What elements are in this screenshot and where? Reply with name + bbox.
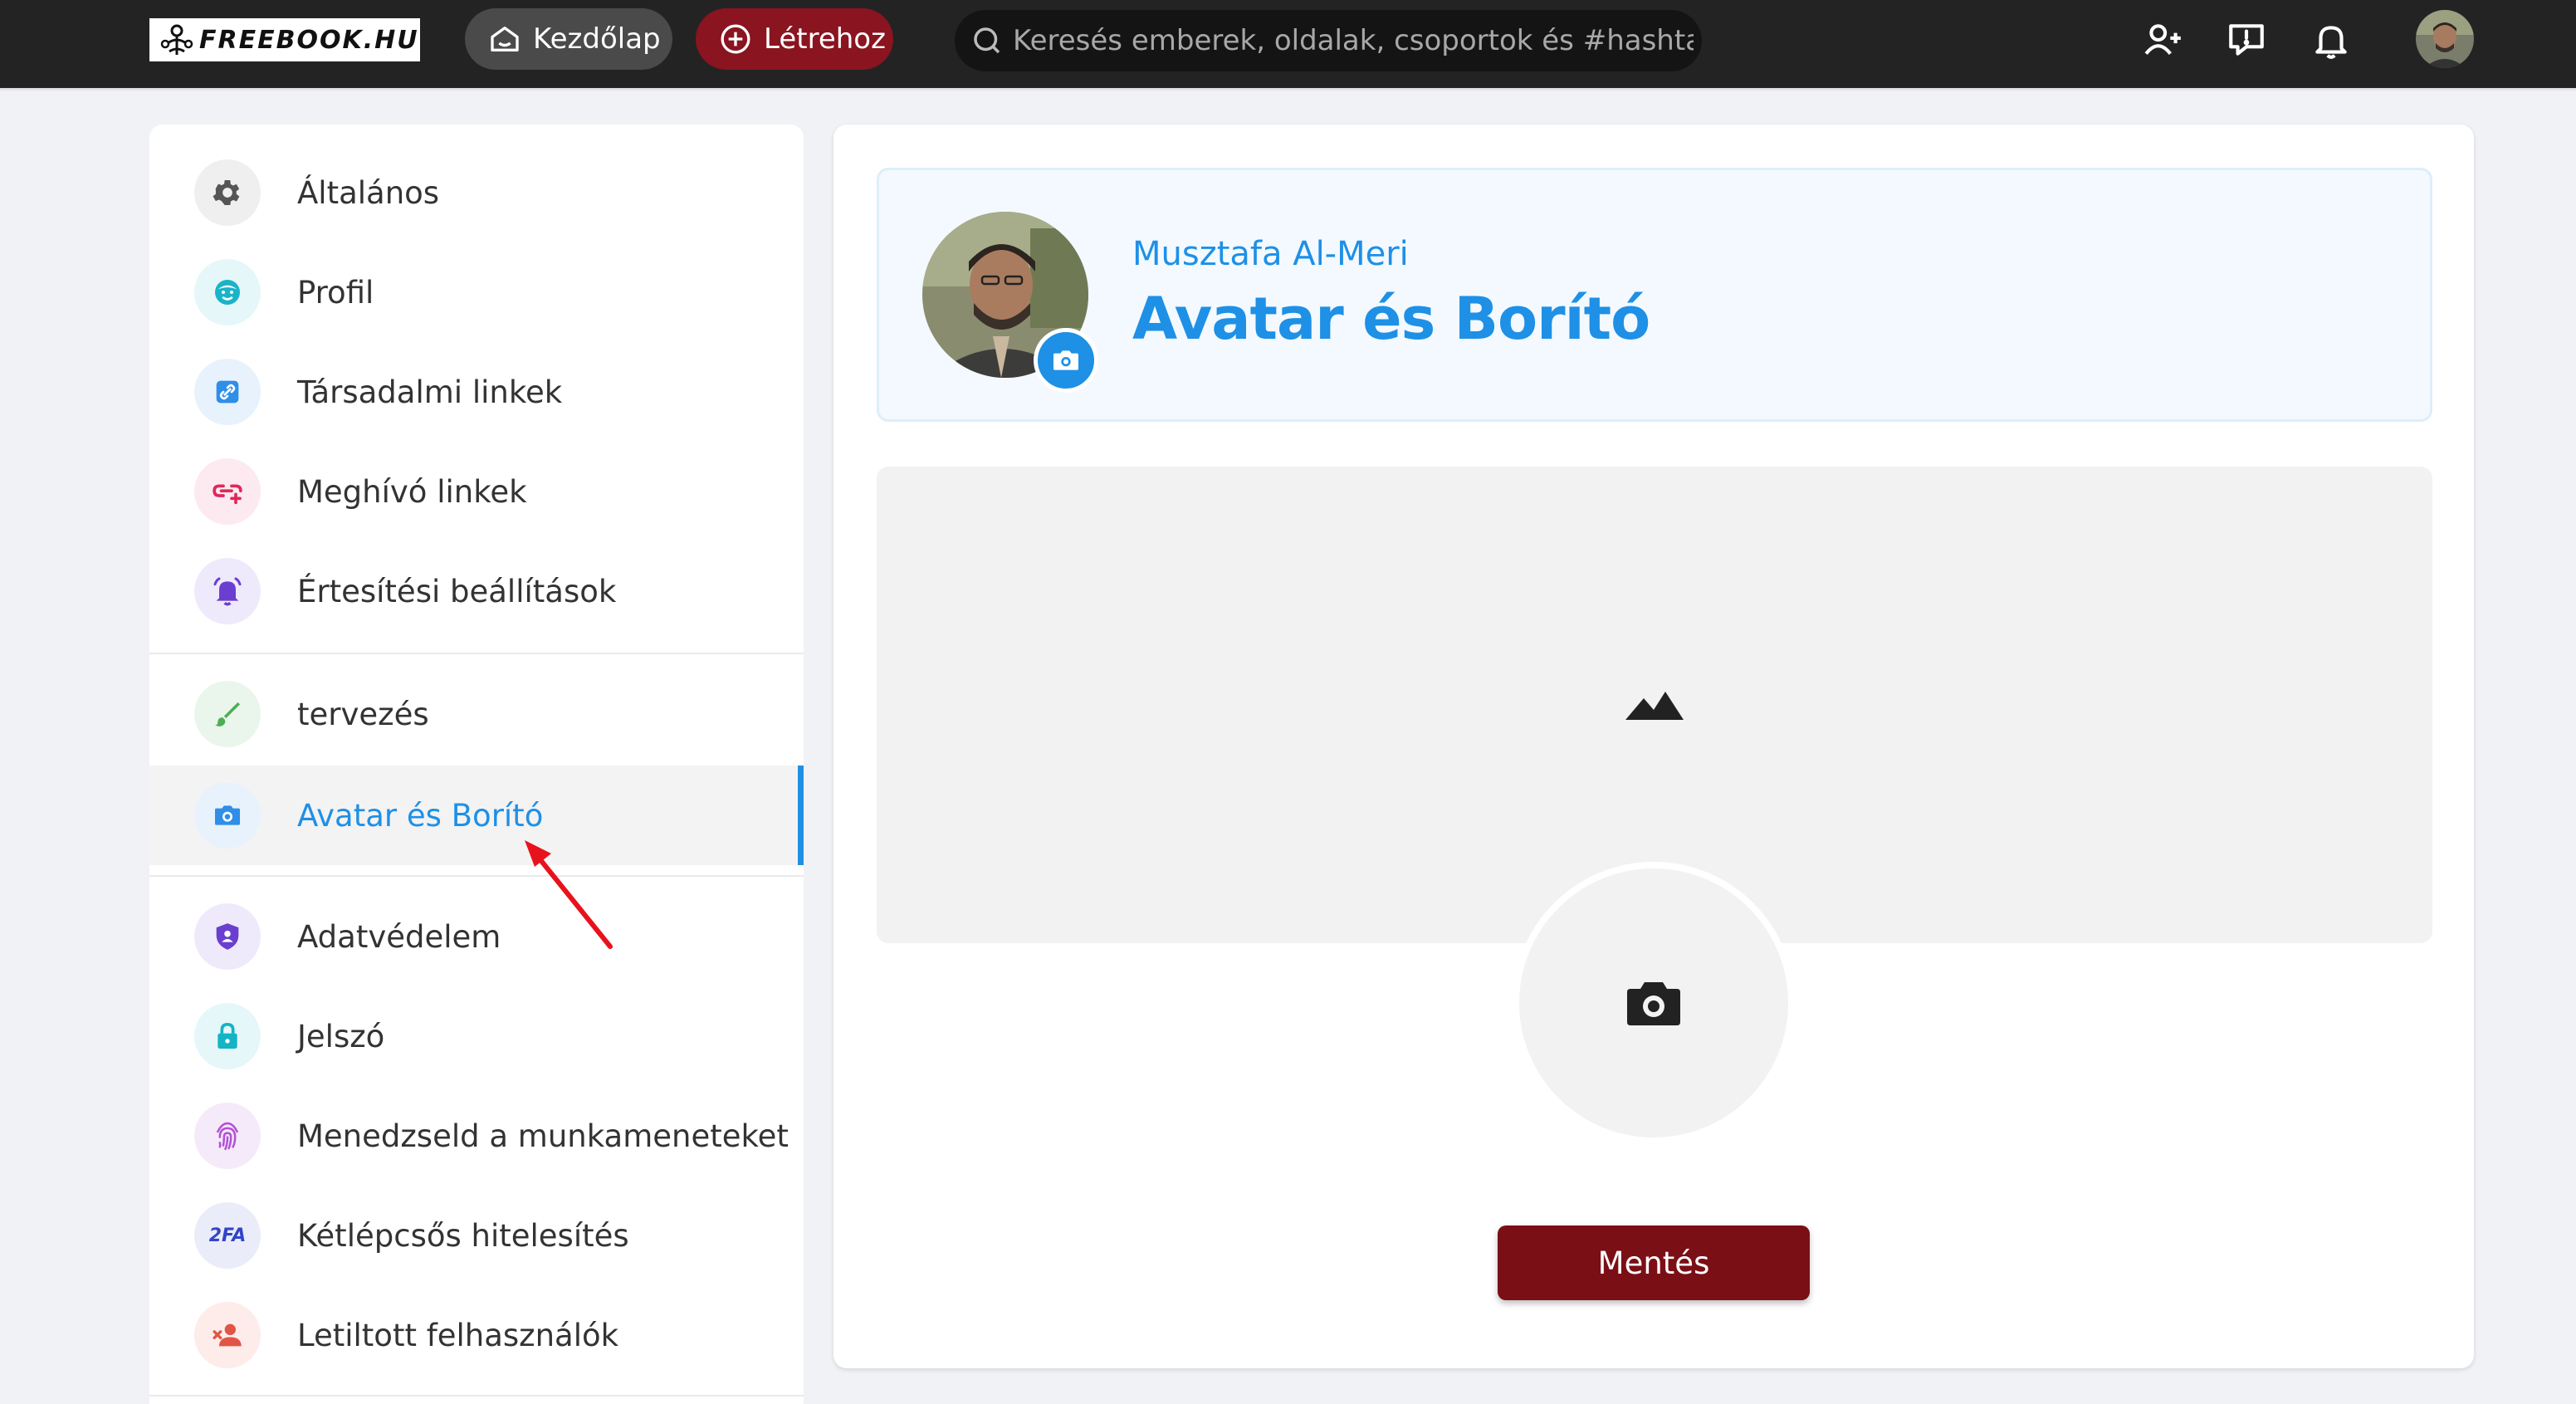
home-button[interactable]: Kezdőlap xyxy=(465,8,672,70)
add-friend-icon xyxy=(2144,24,2181,56)
link-icon xyxy=(216,380,239,404)
sidebar-item-label: Kétlépcsős hitelesítés xyxy=(297,1217,629,1254)
sidebar-item-label: Meghívó linkek xyxy=(297,473,527,510)
sidebar-icon-wrap xyxy=(194,1302,261,1368)
sidebar-item-sessions[interactable]: Menedzseld a munkameneteket xyxy=(149,1086,804,1186)
sidebar-item-label: Letiltott felhasználók xyxy=(297,1317,619,1353)
sidebar-icon-wrap xyxy=(194,782,261,849)
fingerprint-icon xyxy=(217,1122,238,1151)
sidebar-item-label: Avatar és Borító xyxy=(297,797,544,834)
create-button-label: Létrehoz xyxy=(764,22,886,56)
sidebar-icon-wrap xyxy=(194,558,261,624)
home-button-label: Kezdőlap xyxy=(533,22,661,56)
invite-link-icon xyxy=(213,484,242,505)
sidebar-icon-wrap xyxy=(194,359,261,425)
sidebar-icon-wrap: 2FA xyxy=(194,1202,261,1269)
user-avatar-photo xyxy=(2416,10,2474,68)
sidebar-item-label: Általános xyxy=(297,174,440,211)
blocked-user-icon xyxy=(213,1323,242,1347)
sidebar-item-avatar-and-cover[interactable]: Avatar és Borító xyxy=(149,766,804,865)
search-icon xyxy=(974,27,1000,54)
settings-sidebar: Általános Profil Társadalmi linkek Meghí… xyxy=(149,125,804,1404)
sidebar-item-notification-settings[interactable]: Értesítési beállítások xyxy=(149,541,804,641)
sidebar-item-two-factor[interactable]: 2FA Kétlépcsős hitelesítés xyxy=(149,1186,804,1285)
2fa-icon: 2FA xyxy=(208,1225,247,1246)
topbar-shadow xyxy=(0,88,2576,91)
messages-icon xyxy=(2229,24,2264,56)
home-icon xyxy=(491,26,519,51)
sidebar-icon-wrap xyxy=(194,1103,261,1169)
sidebar-icon-wrap xyxy=(194,1003,261,1069)
top-navigation-bar: FREEBOOK.HU Kezdőlap Létrehoz xyxy=(0,0,2576,88)
gear-icon xyxy=(213,180,240,205)
sidebar-item-social-links[interactable]: Társadalmi linkek xyxy=(149,342,804,442)
camera-icon xyxy=(1627,982,1680,1025)
search-input[interactable] xyxy=(1013,24,1694,57)
sidebar-item-profile[interactable]: Profil xyxy=(149,242,804,342)
add-friend-button[interactable] xyxy=(2140,17,2187,63)
profile-user-name: Musztafa Al-Meri xyxy=(1132,235,1409,273)
avatar-photo-upload[interactable] xyxy=(1513,862,1795,1144)
save-button[interactable]: Mentés xyxy=(1498,1225,1810,1300)
sidebar-item-label: Menedzseld a munkameneteket xyxy=(297,1118,789,1154)
sidebar-item-label: Jelszó xyxy=(297,1018,385,1054)
shield-icon xyxy=(216,923,239,950)
sidebar-item-design[interactable]: tervezés xyxy=(149,664,804,764)
camera-icon xyxy=(1053,350,1078,370)
profile-header: Musztafa Al-Meri Avatar és Borító xyxy=(877,168,2432,422)
sidebar-item-label: Társadalmi linkek xyxy=(297,374,563,410)
landscape-image-icon xyxy=(1625,692,1684,720)
sidebar-icon-wrap xyxy=(194,159,261,226)
logo-text: FREEBOOK.HU xyxy=(199,25,419,55)
page-title: Avatar és Borító xyxy=(1132,285,1650,353)
avatar-cover-panel: Musztafa Al-Meri Avatar és Borító Mentés xyxy=(833,125,2474,1368)
site-logo[interactable]: FREEBOOK.HU xyxy=(149,18,420,61)
sidebar-item-privacy[interactable]: Adatvédelem xyxy=(149,887,804,986)
sidebar-item-invite-links[interactable]: Meghívó linkek xyxy=(149,442,804,541)
notifications-button[interactable] xyxy=(2308,17,2354,63)
user-avatar[interactable] xyxy=(2416,10,2474,68)
camera-icon xyxy=(215,805,240,825)
sidebar-item-label: Adatvédelem xyxy=(297,918,501,955)
sidebar-icon-wrap xyxy=(194,458,261,525)
sidebar-divider xyxy=(149,653,804,654)
logo-emblem-icon xyxy=(160,24,193,55)
brush-icon xyxy=(215,702,240,726)
sidebar-item-password[interactable]: Jelszó xyxy=(149,986,804,1086)
search-box[interactable] xyxy=(955,10,1702,71)
sidebar-divider xyxy=(149,875,804,877)
lock-icon xyxy=(218,1022,237,1049)
bell-ring-icon xyxy=(213,577,242,606)
sidebar-icon-wrap xyxy=(194,259,261,325)
create-button[interactable]: Létrehoz xyxy=(696,8,893,70)
face-icon xyxy=(215,280,240,305)
sidebar-icon-wrap xyxy=(194,903,261,970)
plus-circle-icon xyxy=(721,24,750,54)
sidebar-item-label: tervezés xyxy=(297,696,429,732)
sidebar-item-label: Profil xyxy=(297,274,374,311)
sidebar-divider xyxy=(149,1395,804,1397)
annotation-arrow xyxy=(525,840,613,949)
sidebar-item-general[interactable]: Általános xyxy=(149,143,804,242)
messages-button[interactable] xyxy=(2223,17,2270,63)
sidebar-item-blocked-users[interactable]: Letiltott felhasználók xyxy=(149,1285,804,1385)
sidebar-icon-wrap xyxy=(194,681,261,747)
sidebar-item-label: Értesítési beállítások xyxy=(297,573,617,609)
change-avatar-button[interactable] xyxy=(1034,328,1098,393)
notifications-bell-icon xyxy=(2315,26,2347,59)
